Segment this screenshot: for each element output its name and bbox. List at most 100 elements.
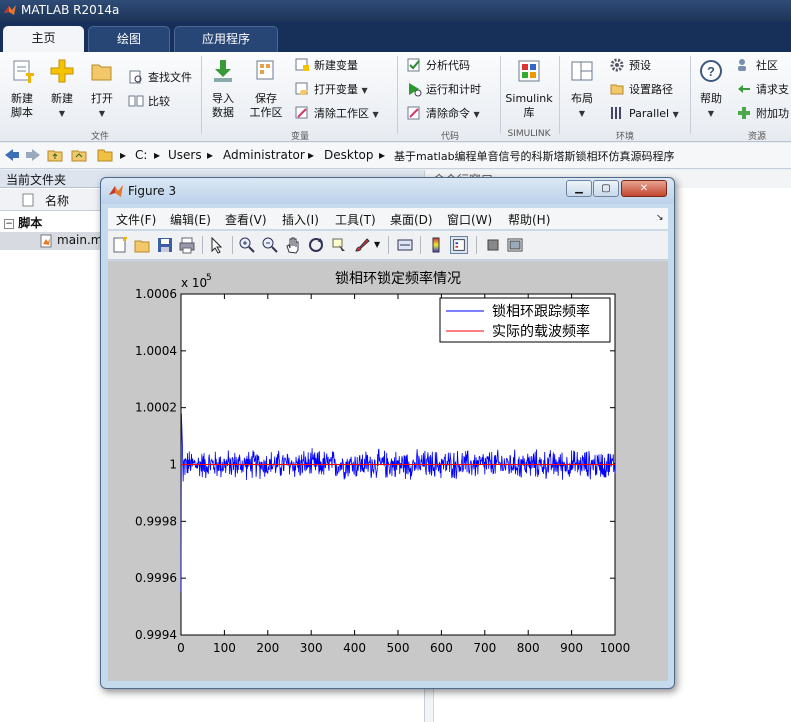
help-button[interactable]: ? 帮助 ▼ xyxy=(694,58,728,121)
legend-label-carrier: 实际的载波频率 xyxy=(492,323,590,340)
group-variable-label: 变量 xyxy=(290,132,309,142)
save-workspace-button[interactable]: 保存 工作区 xyxy=(246,58,286,120)
brush-dropdown-icon[interactable]: ▼ xyxy=(374,240,380,249)
forward-icon[interactable] xyxy=(24,147,42,163)
menu-file[interactable]: 文件(F) xyxy=(116,211,156,228)
preferences-button[interactable]: 预设 xyxy=(609,56,651,76)
breadcrumb-c[interactable]: C: xyxy=(135,148,147,162)
ribbon-tabbar: 主页 绘图 应用程序 xyxy=(0,22,791,52)
breadcrumb-desktop[interactable]: Desktop xyxy=(324,148,374,162)
tree-folder-scripts[interactable]: − 脚本 xyxy=(4,214,42,231)
close-button[interactable]: ✕ xyxy=(621,180,667,197)
new-variable-button[interactable]: 新建变量 xyxy=(294,56,358,76)
new-button[interactable]: 新建 ▼ xyxy=(44,58,80,121)
clear-workspace-button[interactable]: 清除工作区 ▼ xyxy=(294,104,379,124)
community-button[interactable]: 社区 xyxy=(736,56,778,76)
minimize-button[interactable]: ▁ xyxy=(566,180,592,197)
data-cursor-icon[interactable] xyxy=(330,236,348,254)
set-path-button[interactable]: 设置路径 xyxy=(609,80,673,100)
print-icon[interactable] xyxy=(178,236,196,254)
browse-folder-icon[interactable] xyxy=(70,147,88,163)
compare-button[interactable]: 比较 xyxy=(128,92,170,112)
menu-help[interactable]: 帮助(H) xyxy=(508,211,550,228)
colorbar-icon[interactable] xyxy=(427,236,445,254)
clear-commands-button[interactable]: 清除命令 ▼ xyxy=(406,104,480,124)
pan-hand-icon[interactable] xyxy=(284,236,302,254)
brush-icon[interactable] xyxy=(353,236,371,254)
breadcrumb-separator: ▸ xyxy=(379,148,386,162)
x-tick-label: 700 xyxy=(473,641,496,655)
clear-workspace-icon xyxy=(295,106,308,119)
show-plot-tools-icon[interactable] xyxy=(506,236,524,254)
link-plot-icon[interactable] xyxy=(396,236,414,254)
open-button[interactable]: 打开 ▼ xyxy=(84,58,120,121)
tab-plots[interactable]: 绘图 xyxy=(88,26,170,52)
analyze-code-button[interactable]: 分析代码 xyxy=(406,56,470,76)
gear-icon xyxy=(610,58,624,72)
collapse-icon[interactable]: − xyxy=(4,219,14,229)
folder-icon xyxy=(97,149,113,162)
simulink-library-button[interactable]: Simulink 库 xyxy=(504,58,554,120)
breadcrumb-administrator[interactable]: Administrator xyxy=(223,148,305,162)
menu-view[interactable]: 查看(V) xyxy=(225,211,267,228)
figure-canvas[interactable]: 0.9994 0.9996 0.9998 1 1.0002 1.0004 1.0006 0 1… xyxy=(108,261,668,681)
open-variable-button[interactable]: 打开变量 ▼ xyxy=(294,80,368,100)
parallel-button[interactable]: Parallel ▼ xyxy=(609,104,679,124)
tab-home[interactable]: 主页 xyxy=(3,26,84,52)
hide-plot-tools-icon[interactable] xyxy=(484,236,502,254)
figure-titlebar[interactable]: Figure 3 ▁ ▢ ✕ xyxy=(101,178,674,204)
new-script-button[interactable]: 新建 脚本 xyxy=(4,58,40,120)
back-icon[interactable] xyxy=(3,147,21,163)
legend[interactable]: 锁相环跟踪频率 实际的载波频率 xyxy=(439,297,611,343)
breadcrumb-project-folder[interactable]: 基于matlab编程单音信号的科斯塔斯锁相环仿真源码程序 xyxy=(394,148,675,164)
x-tick-label: 500 xyxy=(387,641,410,655)
plus-icon xyxy=(50,59,74,83)
find-files-button[interactable]: 查找文件 xyxy=(128,68,192,88)
breadcrumb-separator: ▸ xyxy=(154,148,161,162)
toolbar-separator xyxy=(476,236,477,254)
new-figure-icon[interactable] xyxy=(111,236,129,254)
figure-toolbar: ▼ xyxy=(108,231,668,260)
compare-icon xyxy=(128,95,144,107)
menu-window[interactable]: 窗口(W) xyxy=(447,211,492,228)
request-support-button[interactable]: 请求支 xyxy=(736,80,789,100)
help-icon: ? xyxy=(700,60,722,82)
ribbon-separator xyxy=(500,56,501,134)
y-tick-label: 1.0004 xyxy=(135,344,177,358)
figure-window: Figure 3 ▁ ▢ ✕ 文件(F) 编辑(E) 查看(V) 插入(I) 工… xyxy=(100,177,675,689)
save-icon[interactable] xyxy=(156,236,174,254)
figure-menubar: 文件(F) 编辑(E) 查看(V) 插入(I) 工具(T) 桌面(D) 窗口(W… xyxy=(108,208,668,230)
breadcrumb-separator: ▸ xyxy=(120,148,127,162)
run-and-time-button[interactable]: 运行和计时 xyxy=(406,80,481,100)
dock-arrow-icon[interactable]: ↘ xyxy=(656,213,664,223)
matlab-logo-icon xyxy=(109,185,123,197)
addons-button[interactable]: 附加功 xyxy=(736,104,789,124)
group-file-label: 文件 xyxy=(90,132,109,142)
frequency-plot[interactable]: 0.9994 0.9996 0.9998 1 1.0002 1.0004 1.0006 0 1… xyxy=(108,261,668,681)
x-tick-label: 300 xyxy=(300,641,323,655)
menu-insert[interactable]: 插入(I) xyxy=(282,211,319,228)
open-variable-icon xyxy=(295,82,308,95)
menu-desktop[interactable]: 桌面(D) xyxy=(390,211,433,228)
zoom-out-icon[interactable] xyxy=(261,236,279,254)
group-environment-label: 环境 xyxy=(615,132,634,142)
layout-button[interactable]: 布局 ▼ xyxy=(563,58,601,121)
figure-title: Figure 3 xyxy=(128,184,177,198)
pointer-icon[interactable] xyxy=(208,236,226,254)
import-data-icon xyxy=(214,60,232,82)
legend-icon[interactable] xyxy=(450,236,468,254)
y-tick-label: 1.0006 xyxy=(135,287,177,301)
tab-apps[interactable]: 应用程序 xyxy=(174,26,278,52)
rotate-3d-icon[interactable] xyxy=(307,236,325,254)
m-file-icon xyxy=(40,234,52,248)
zoom-in-icon[interactable] xyxy=(238,236,256,254)
menu-edit[interactable]: 编辑(E) xyxy=(170,211,211,228)
breadcrumb-users[interactable]: Users xyxy=(168,148,202,162)
menu-tools[interactable]: 工具(T) xyxy=(335,211,376,228)
up-folder-icon[interactable] xyxy=(46,147,64,163)
new-variable-icon xyxy=(295,58,309,71)
open-file-icon[interactable] xyxy=(133,236,151,254)
breadcrumb-separator: ▸ xyxy=(207,148,214,162)
maximize-button[interactable]: ▢ xyxy=(593,180,619,197)
import-data-button[interactable]: 导入 数据 xyxy=(205,58,241,120)
